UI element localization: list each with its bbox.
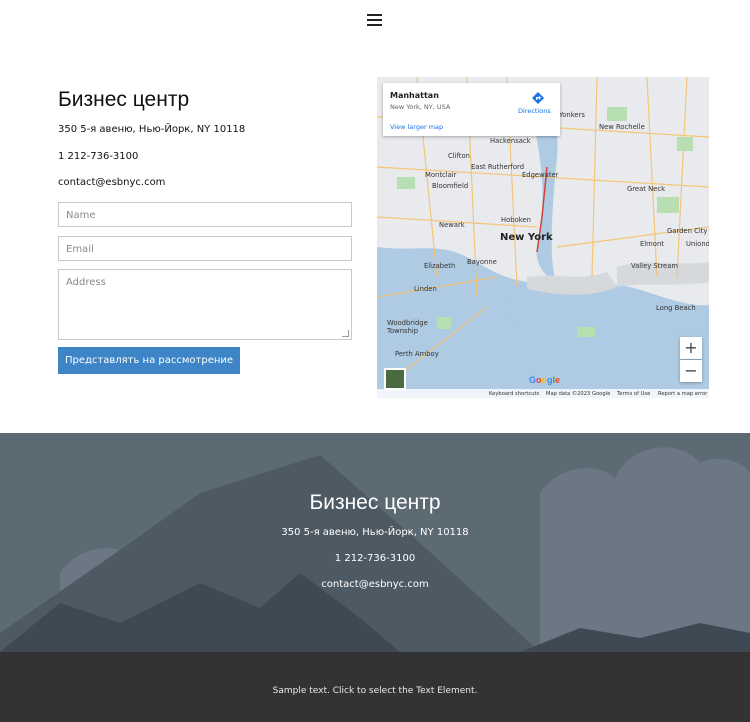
map-data-text: Map data ©2023 Google xyxy=(546,390,611,397)
map-label-uniondale: Uniondale xyxy=(686,240,709,248)
directions-link[interactable]: Directions xyxy=(518,107,551,115)
map-attribution-bar: Keyboard shortcuts Map data ©2023 Google… xyxy=(377,389,709,398)
contact-section: Бизнес центр 350 5-я авеню, Нью-Йорк, NY… xyxy=(58,86,358,188)
bottom-sample-text[interactable]: Sample text. Click to select the Text El… xyxy=(0,686,750,696)
footer-address: 350 5-я авеню, Нью-Йорк, NY 10118 xyxy=(281,527,469,538)
map-place-card: Manhattan New York, NY, USA View larger … xyxy=(383,83,560,136)
map-label-perth-amboy: Perth Amboy xyxy=(395,350,439,358)
map-label-newark: Newark xyxy=(439,221,465,229)
email-input[interactable]: Email xyxy=(58,236,352,261)
footer-email: contact@esbnyc.com xyxy=(321,579,429,590)
map-label-valley-stream: Valley Stream xyxy=(631,262,679,270)
map-label-east-rutherford: East Rutherford xyxy=(471,163,525,171)
map-label-linden: Linden xyxy=(414,285,437,293)
footer-phone: 1 212-736-3100 xyxy=(334,553,416,564)
map-label-edgewater: Edgewater xyxy=(522,171,559,179)
map-label-bayonne: Bayonne xyxy=(467,258,497,266)
map-label-yonkers: Yonkers xyxy=(559,111,585,119)
map-label-great-neck: Great Neck xyxy=(627,185,666,193)
contact-title: Бизнес центр xyxy=(58,88,190,111)
mountain-illustration xyxy=(0,433,750,652)
map-label-hackensack: Hackensack xyxy=(490,137,531,145)
map-label-long-beach: Long Beach xyxy=(656,304,696,312)
terms-of-use-link[interactable]: Terms of Use xyxy=(617,391,650,397)
map-label-bloomfield: Bloomfield xyxy=(432,182,469,190)
footer-hero-section xyxy=(0,433,750,652)
map-place-name: Manhattan xyxy=(390,91,439,100)
address-placeholder: Address xyxy=(66,277,106,288)
submit-button[interactable]: Представлять на рассмотрение xyxy=(58,347,240,374)
zoom-in-button[interactable]: + xyxy=(680,337,702,359)
footer-title: Бизнес центр xyxy=(309,491,441,514)
view-larger-map-link[interactable]: View larger map xyxy=(390,123,443,131)
map-label-garden-city: Garden City xyxy=(667,227,708,235)
keyboard-shortcuts-link[interactable]: Keyboard shortcuts xyxy=(489,391,539,397)
map-label-montclair: Montclair xyxy=(425,171,457,179)
map-embed[interactable]: Yonkers New Rochelle Hackensack Clifton … xyxy=(377,77,709,398)
contact-email: contact@esbnyc.com xyxy=(58,177,166,188)
contact-address: 350 5-я авеню, Нью-Йорк, NY 10118 xyxy=(58,124,246,135)
google-logo: Google xyxy=(529,375,561,385)
address-textarea[interactable]: Address xyxy=(58,269,352,340)
contact-phone: 1 212-736-3100 xyxy=(58,151,139,162)
map-label-new-rochelle: New Rochelle xyxy=(599,123,645,131)
map-label-clifton: Clifton xyxy=(448,152,470,160)
map-label-woodbridge: Woodbridge Township xyxy=(387,319,428,335)
resize-handle-icon[interactable] xyxy=(342,330,349,337)
satellite-toggle-thumbnail[interactable] xyxy=(384,368,406,390)
zoom-out-button[interactable]: − xyxy=(680,360,702,382)
name-input[interactable]: Name xyxy=(58,202,352,227)
hamburger-menu-icon[interactable] xyxy=(367,14,383,27)
map-label-elmont: Elmont xyxy=(640,240,664,248)
name-placeholder: Name xyxy=(66,210,96,221)
bottom-bar: Sample text. Click to select the Text El… xyxy=(0,652,750,722)
map-label-new-york: New York xyxy=(500,232,553,243)
top-bar xyxy=(0,0,750,42)
email-placeholder: Email xyxy=(66,244,94,255)
map-label-hoboken: Hoboken xyxy=(501,216,531,224)
report-map-error-link[interactable]: Report a map error xyxy=(658,391,707,397)
directions-icon[interactable] xyxy=(531,91,545,105)
map-label-elizabeth: Elizabeth xyxy=(424,262,456,270)
map-place-address: New York, NY, USA xyxy=(390,103,451,111)
